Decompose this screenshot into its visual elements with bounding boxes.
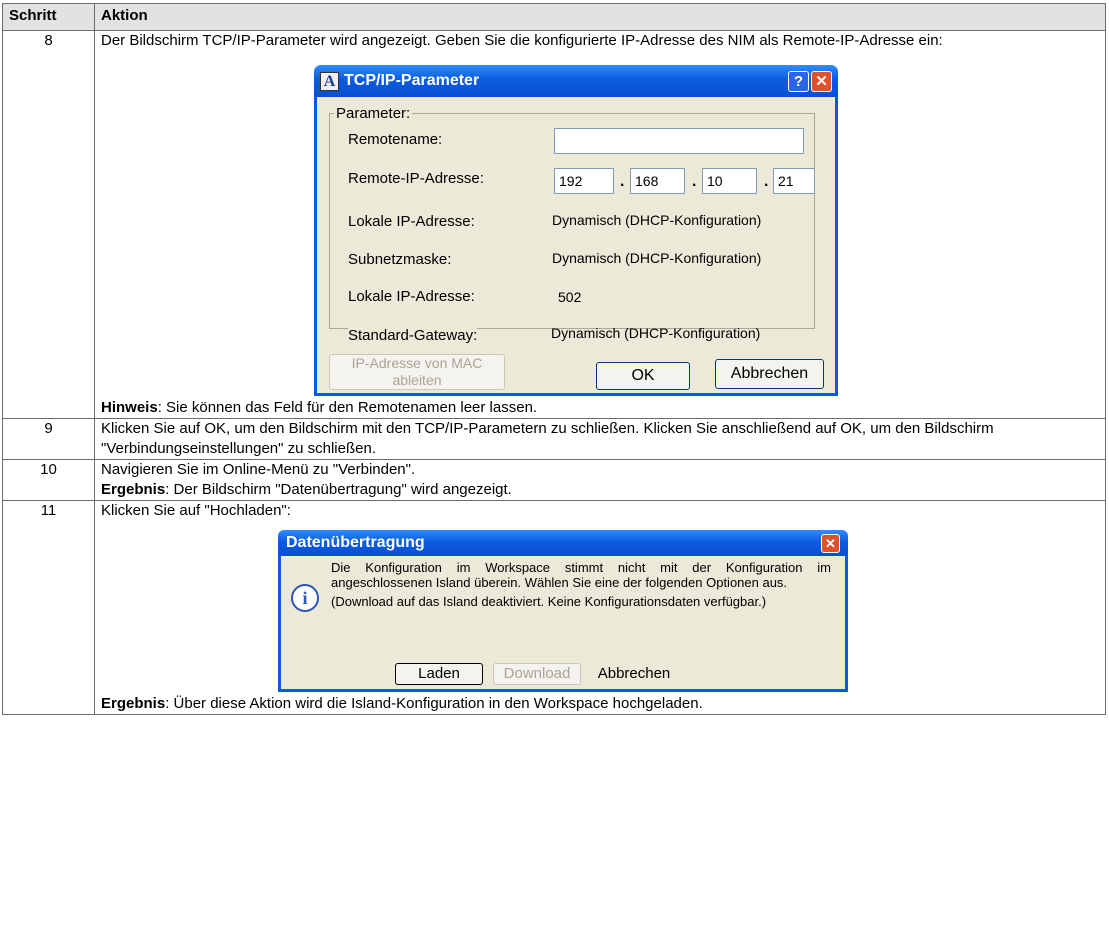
ip-separator: . bbox=[764, 173, 769, 190]
result-text: : Über diese Aktion wird die Island-Konf… bbox=[165, 695, 703, 712]
step-text: Klicken Sie auf "Hochladen": bbox=[101, 502, 291, 519]
remotename-label: Remotename: bbox=[348, 131, 443, 148]
header-step: Schritt bbox=[2, 3, 95, 31]
close-icon[interactable]: ✕ bbox=[811, 70, 832, 92]
local-ip-port-value: 502 bbox=[558, 289, 582, 305]
subnet-label: Subnetzmaske: bbox=[348, 251, 452, 268]
remote-ip-label: Remote-IP-Adresse: bbox=[348, 170, 484, 187]
step-action: Klicken Sie auf "Hochladen": Datenübertr… bbox=[94, 500, 1106, 715]
ok-button[interactable]: OK bbox=[596, 362, 690, 390]
result-label: Ergebnis bbox=[101, 481, 166, 498]
dialog-title: TCP/IP-Parameter bbox=[344, 72, 480, 89]
table-header-row: Schritt Aktion bbox=[2, 3, 1106, 31]
remotename-input[interactable] bbox=[554, 128, 804, 154]
derive-button-line-2: ableiten bbox=[392, 372, 442, 388]
local-ip-port-label: Lokale IP-Adresse: bbox=[348, 288, 475, 305]
cancel-button[interactable]: Abbrechen bbox=[715, 359, 824, 389]
parameter-group: Parameter: Remotename: Remote-IP-Adresse… bbox=[329, 104, 815, 346]
table-row: 11 Klicken Sie auf "Hochladen": Datenübe… bbox=[2, 500, 1106, 715]
ip-separator: . bbox=[620, 173, 625, 190]
step-action: Der Bildschirm TCP/IP-Parameter wird ang… bbox=[94, 30, 1106, 419]
dialog-body: i Die Konfiguration im Workspace stimmt … bbox=[281, 556, 845, 689]
header-action: Aktion bbox=[94, 3, 1106, 31]
derive-ip-from-mac-button[interactable]: IP-Adresse von MAC ableiten bbox=[329, 354, 505, 390]
note-text: : Sie können das Feld für den Remotename… bbox=[157, 399, 538, 416]
dialog-body: Parameter: Remotename: Remote-IP-Adresse… bbox=[317, 97, 835, 393]
dialog-title: Datenübertragung bbox=[286, 534, 425, 551]
ip-octet-1[interactable]: 192 bbox=[554, 168, 614, 194]
help-icon[interactable]: ? bbox=[788, 70, 809, 92]
step-text: Navigieren Sie im Online-Menü zu "Verbin… bbox=[101, 461, 416, 478]
dialog-titlebar: A TCP/IP-Parameter ? ✕ bbox=[314, 65, 838, 97]
step-number: 10 bbox=[2, 459, 95, 501]
step-text: Klicken Sie auf OK, um den Bildschirm mi… bbox=[94, 418, 1106, 460]
table-row: 9 Klicken Sie auf OK, um den Bildschirm … bbox=[2, 418, 1106, 460]
cancel-button[interactable]: Abbrechen bbox=[587, 663, 681, 685]
procedure-table: Schritt Aktion 8 Der Bildschirm TCP/IP-P… bbox=[2, 3, 1106, 715]
info-icon: i bbox=[291, 584, 319, 612]
result-label: Ergebnis bbox=[101, 695, 166, 712]
dialog-message: Die Konfiguration im Workspace stimmt ni… bbox=[331, 560, 831, 609]
gateway-label: Standard-Gateway: bbox=[348, 326, 478, 346]
step-note: Hinweis: Sie können das Feld für den Rem… bbox=[101, 398, 1099, 418]
download-button[interactable]: Download bbox=[493, 663, 581, 685]
local-ip-label: Lokale IP-Adresse: bbox=[348, 213, 475, 230]
data-transfer-dialog: Datenübertragung ✕ i Die Konfiguration i… bbox=[278, 530, 848, 692]
app-icon: A bbox=[320, 71, 339, 91]
tcp-ip-dialog: A TCP/IP-Parameter ? ✕ Parameter: Remote… bbox=[314, 65, 838, 396]
step-number: 8 bbox=[2, 30, 95, 419]
step-text: Der Bildschirm TCP/IP-Parameter wird ang… bbox=[101, 32, 943, 49]
result-text: : Der Bildschirm "Datenübertragung" wird… bbox=[165, 481, 512, 498]
local-ip-value: Dynamisch (DHCP-Konfiguration) bbox=[552, 212, 762, 228]
note-label: Hinweis bbox=[101, 399, 158, 416]
gateway-value: Dynamisch (DHCP-Konfiguration) bbox=[551, 325, 761, 341]
step-number: 11 bbox=[2, 500, 95, 715]
derive-button-line-1: IP-Adresse von MAC bbox=[351, 355, 483, 371]
step-action: Navigieren Sie im Online-Menü zu "Verbin… bbox=[94, 459, 1106, 501]
message-text: Die Konfiguration im Workspace stimmt ni… bbox=[331, 560, 831, 590]
group-label: Parameter: bbox=[334, 104, 413, 124]
step-number: 9 bbox=[2, 418, 95, 460]
table-row: 8 Der Bildschirm TCP/IP-Parameter wird a… bbox=[2, 30, 1106, 419]
subnet-value: Dynamisch (DHCP-Konfiguration) bbox=[552, 250, 762, 266]
step-result: Ergebnis: Der Bildschirm "Datenübertragu… bbox=[101, 480, 1099, 500]
table-row: 10 Navigieren Sie im Online-Menü zu "Ver… bbox=[2, 459, 1106, 501]
dialog-titlebar: Datenübertragung ✕ bbox=[278, 530, 848, 556]
step-result: Ergebnis: Über diese Aktion wird die Isl… bbox=[101, 694, 1099, 714]
ip-octet-3[interactable]: 10 bbox=[702, 168, 757, 194]
load-button[interactable]: Laden bbox=[395, 663, 483, 685]
submessage-text: (Download auf das Island deaktiviert. Ke… bbox=[331, 594, 767, 609]
ip-octet-2[interactable]: 168 bbox=[630, 168, 685, 194]
ip-separator: . bbox=[692, 173, 697, 190]
ip-octet-4[interactable]: 21 bbox=[773, 168, 815, 194]
close-icon[interactable]: ✕ bbox=[821, 533, 840, 553]
